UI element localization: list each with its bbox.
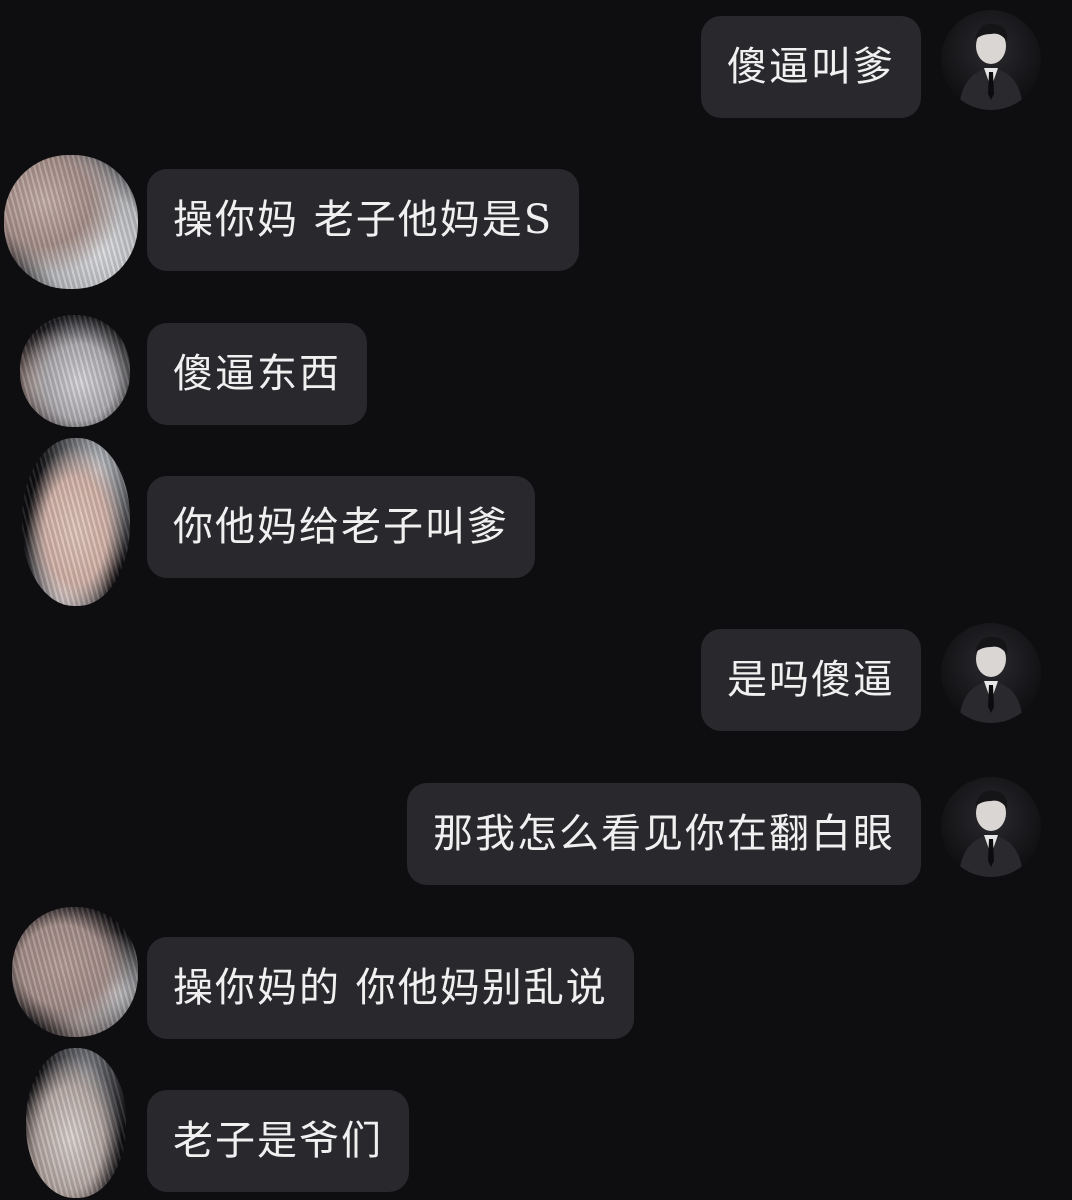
message-bubble[interactable]: 你他妈给老子叫爹 [147,476,535,578]
message-bubble[interactable]: 傻逼叫爹 [701,16,921,118]
scribbled-avatar-icon[interactable] [20,315,130,427]
message-bubble[interactable]: 老子是爷们 [147,1090,409,1192]
message-row-incoming: 操你妈的 你他妈别乱说 [0,907,1072,1041]
chat-conversation: 傻逼叫爹 操你妈 老子他妈是S 傻逼东西 你他妈给老子叫爹 是吗傻逼 那我怎么看… [0,0,1072,1200]
scribbled-avatar-icon[interactable] [26,1048,126,1198]
message-row-outgoing: 是吗傻逼 [0,623,1072,733]
message-row-outgoing: 傻逼叫爹 [0,10,1072,120]
portrait-avatar-icon[interactable] [941,777,1041,877]
message-bubble[interactable]: 操你妈 老子他妈是S [147,169,580,271]
scribbled-avatar-icon[interactable] [4,155,138,289]
message-row-incoming: 傻逼东西 [0,315,1072,427]
message-bubble[interactable]: 那我怎么看见你在翻白眼 [407,783,921,885]
message-bubble[interactable]: 是吗傻逼 [701,629,921,731]
message-row-incoming: 老子是爷们 [0,1048,1072,1198]
message-row-incoming: 操你妈 老子他妈是S [0,155,1072,289]
scribbled-avatar-icon[interactable] [12,907,138,1037]
message-row-incoming: 你他妈给老子叫爹 [0,438,1072,606]
message-bubble[interactable]: 傻逼东西 [147,323,367,425]
portrait-avatar-icon[interactable] [941,623,1041,723]
scribbled-avatar-icon[interactable] [22,438,130,606]
message-row-outgoing: 那我怎么看见你在翻白眼 [0,777,1072,887]
message-bubble[interactable]: 操你妈的 你他妈别乱说 [147,937,634,1039]
portrait-avatar-icon[interactable] [941,10,1041,110]
